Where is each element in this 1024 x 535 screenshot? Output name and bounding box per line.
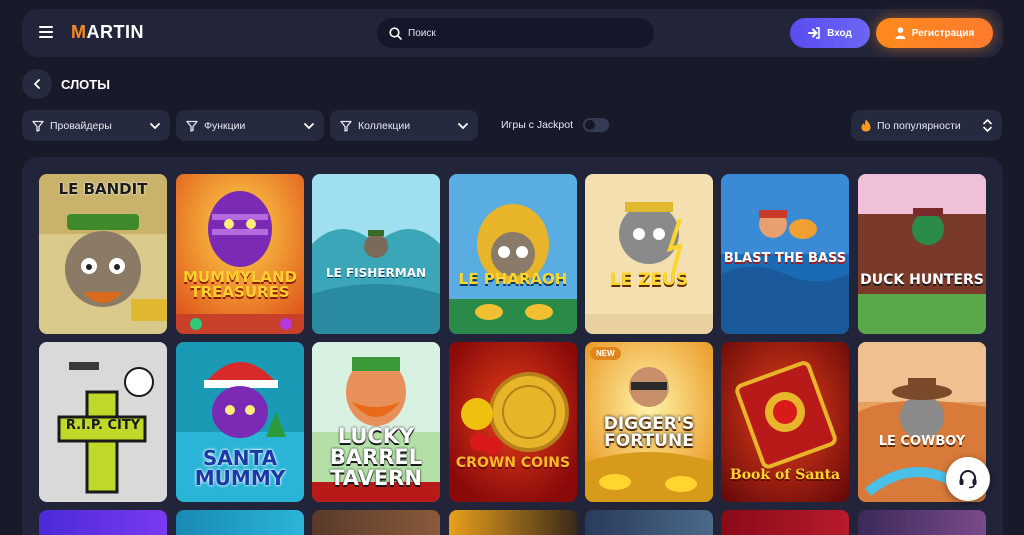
register-button[interactable]: Регистрация [876, 18, 993, 48]
menu-icon[interactable] [39, 26, 53, 38]
new-badge: NEW [590, 347, 621, 360]
logo-letter: M [71, 22, 87, 42]
logo[interactable]: MARTIN [71, 22, 144, 43]
game-card[interactable] [39, 510, 167, 535]
search-box[interactable] [377, 18, 654, 48]
page-title: СЛОТЫ [61, 77, 110, 92]
register-label: Регистрация [911, 27, 975, 39]
top-bar: MARTIN Вход Регистрация [22, 9, 1003, 57]
game-card[interactable]: R.I.P. CITY [39, 342, 167, 502]
back-button[interactable] [22, 69, 52, 99]
user-icon [895, 27, 906, 39]
game-title: R.I.P. CITY [65, 418, 141, 433]
game-card[interactable]: MUMMYLAND TREASURES [176, 174, 304, 334]
game-card[interactable]: CROWN COINS [449, 342, 577, 502]
search-icon [389, 26, 402, 40]
logo-text: ARTIN [86, 22, 144, 42]
chevron-down-icon [150, 122, 160, 129]
game-title: LE FISHERMAN [325, 266, 427, 280]
chevron-down-icon [304, 122, 314, 129]
login-arrow-icon [808, 27, 820, 39]
sort-select[interactable]: По популярности [851, 110, 1002, 141]
chevron-left-icon [33, 79, 40, 89]
game-title: LE BANDIT [58, 180, 148, 198]
game-title: SANTA MUMMY [194, 446, 286, 490]
providers-filter[interactable]: Провайдеры [22, 110, 170, 141]
game-card[interactable]: BLAST THE BASS [721, 174, 849, 334]
game-card[interactable] [449, 510, 577, 535]
game-card[interactable]: DUCK HUNTERS [858, 174, 986, 334]
game-title: MUMMYLAND TREASURES [183, 268, 297, 301]
chevron-down-icon [458, 122, 468, 129]
jackpot-label: Игры с Jackpot [501, 119, 574, 131]
game-card[interactable]: LE BANDIT [39, 174, 167, 334]
game-title: Book of Santa [729, 467, 841, 483]
game-card[interactable] [585, 510, 713, 535]
game-title: DIGGER'S FORTUNE [603, 414, 695, 451]
game-title: LE COWBOY [878, 434, 966, 449]
collections-label: Коллекции [358, 119, 411, 132]
game-card[interactable]: LE PHARAOH [449, 174, 577, 334]
game-card[interactable] [176, 510, 304, 535]
updown-icon [983, 119, 992, 132]
jackpot-toggle[interactable] [583, 118, 609, 132]
game-card[interactable]: LE FISHERMAN [312, 174, 440, 334]
game-card[interactable]: Book of Santa [721, 342, 849, 502]
game-card[interactable]: LUCKY BARREL TAVERN [312, 342, 440, 502]
login-button[interactable]: Вход [790, 18, 870, 48]
game-title: CROWN COINS [455, 455, 571, 471]
funnel-icon [340, 120, 352, 132]
game-card[interactable]: SANTA MUMMY [176, 342, 304, 502]
headset-icon [959, 470, 977, 489]
toggle-knob [585, 120, 595, 130]
game-card[interactable] [858, 510, 986, 535]
funnel-icon [32, 120, 44, 132]
fire-icon [861, 119, 871, 132]
funnel-icon [186, 120, 198, 132]
game-card[interactable] [721, 510, 849, 535]
game-card[interactable]: NEW DIGGER'S FORTUNE [585, 342, 713, 502]
game-title: DUCK HUNTERS [860, 272, 984, 288]
game-title: BLAST THE BASS [723, 251, 847, 266]
features-label: Функции [204, 119, 246, 132]
support-chat-button[interactable] [946, 457, 990, 501]
game-card[interactable]: LE ZEUS [585, 174, 713, 334]
game-title: LE ZEUS [609, 270, 689, 290]
game-title: LE PHARAOH [458, 270, 568, 288]
providers-label: Провайдеры [50, 119, 112, 132]
search-input[interactable] [408, 27, 628, 39]
game-title: LUCKY BARREL TAVERN [329, 424, 423, 490]
login-label: Вход [827, 27, 852, 39]
collections-filter[interactable]: Коллекции [330, 110, 478, 141]
features-filter[interactable]: Функции [176, 110, 324, 141]
game-card[interactable] [312, 510, 440, 535]
sort-label: По популярности [877, 119, 961, 132]
